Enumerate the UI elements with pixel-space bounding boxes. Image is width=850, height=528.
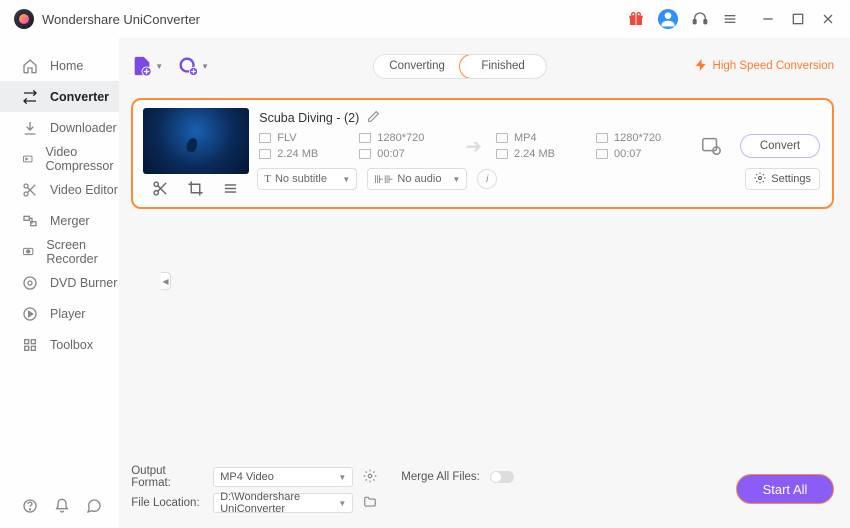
- effects-icon[interactable]: [222, 180, 239, 197]
- settings-button[interactable]: Settings: [745, 168, 820, 190]
- grid-icon: [22, 337, 38, 353]
- high-speed-toggle[interactable]: High Speed Conversion: [694, 58, 834, 75]
- format-settings-icon[interactable]: [363, 469, 377, 486]
- format-icon: [259, 133, 271, 143]
- subtitle-value: No subtitle: [275, 173, 327, 185]
- dur-icon: [596, 149, 608, 159]
- chevron-down-icon[interactable]: ▼: [201, 62, 209, 71]
- sidebar-item-label: Video Compressor: [45, 145, 119, 173]
- file-location-label: File Location:: [131, 497, 203, 509]
- merge-toggle[interactable]: [490, 471, 514, 483]
- minimize-icon[interactable]: [760, 11, 776, 27]
- res-icon: [359, 133, 371, 143]
- sidebar: Home Converter Downloader Video Compress…: [0, 38, 119, 528]
- src-res: 1280*720: [377, 132, 424, 144]
- sidebar-item-merger[interactable]: Merger: [0, 205, 119, 236]
- sidebar-item-label: Merger: [50, 214, 90, 228]
- file-card: Scuba Diving - (2) FLV 2.24 MB 1280*720 …: [131, 98, 834, 209]
- file-location-select[interactable]: D:\Wondershare UniConverter▼: [213, 493, 353, 513]
- sidebar-item-label: Home: [50, 59, 83, 73]
- headset-icon[interactable]: [692, 11, 708, 27]
- sidebar-item-dvd[interactable]: DVD Burner: [0, 267, 119, 298]
- sidebar-item-home[interactable]: Home: [0, 50, 119, 81]
- output-settings-icon[interactable]: [700, 135, 722, 157]
- tab-converting[interactable]: Converting: [374, 55, 460, 78]
- help-icon[interactable]: [22, 498, 38, 514]
- bell-icon[interactable]: [54, 498, 70, 514]
- dur-icon: [359, 149, 371, 159]
- feedback-icon[interactable]: [86, 498, 102, 514]
- menu-icon[interactable]: [722, 11, 738, 27]
- app-logo-icon: [14, 9, 34, 29]
- src-size: 2.24 MB: [277, 148, 318, 160]
- dst-res: 1280*720: [614, 132, 661, 144]
- disc-icon: [22, 275, 38, 291]
- dst-size: 2.24 MB: [514, 148, 555, 160]
- sidebar-item-editor[interactable]: Video Editor: [0, 174, 119, 205]
- chevron-down-icon[interactable]: ▼: [155, 62, 163, 71]
- scissors-icon: [22, 182, 38, 198]
- sidebar-item-player[interactable]: Player: [0, 298, 119, 329]
- maximize-icon[interactable]: [790, 11, 806, 27]
- hsc-label: High Speed Conversion: [713, 60, 834, 72]
- edit-icon[interactable]: [367, 110, 380, 126]
- sidebar-item-label: Player: [50, 307, 85, 321]
- sidebar-item-label: Downloader: [50, 121, 117, 135]
- sidebar-item-label: Screen Recorder: [46, 238, 119, 266]
- subtitle-select[interactable]: TNo subtitle▼: [257, 168, 357, 190]
- sidebar-item-label: Toolbox: [50, 338, 93, 352]
- sidebar-item-label: Converter: [50, 90, 109, 104]
- video-thumbnail[interactable]: [143, 108, 249, 174]
- sidebar-item-converter[interactable]: Converter: [0, 81, 119, 112]
- src-format: FLV: [277, 132, 296, 144]
- arrow-right-icon: ➔: [465, 134, 482, 159]
- home-icon: [22, 58, 38, 74]
- sidebar-item-toolbox[interactable]: Toolbox: [0, 329, 119, 360]
- trim-icon[interactable]: [152, 180, 169, 197]
- play-icon: [22, 306, 38, 322]
- file-name: Scuba Diving - (2): [259, 111, 359, 125]
- add-url-button[interactable]: [177, 55, 199, 77]
- res-icon: [596, 133, 608, 143]
- dst-format: MP4: [514, 132, 537, 144]
- content-area: ▼ ▼ Converting Finished High Speed Conve…: [119, 38, 850, 528]
- size-icon: [259, 149, 271, 159]
- audio-icon: ⊪⊪: [374, 173, 393, 186]
- recorder-icon: [22, 244, 34, 260]
- size-icon: [496, 149, 508, 159]
- titlebar: Wondershare UniConverter: [0, 0, 850, 38]
- start-all-button[interactable]: Start All: [736, 474, 834, 504]
- convert-button[interactable]: Convert: [740, 134, 820, 158]
- folder-icon[interactable]: [363, 495, 377, 512]
- converter-icon: [22, 89, 38, 105]
- sidebar-item-downloader[interactable]: Downloader: [0, 112, 119, 143]
- tabs: Converting Finished: [373, 54, 547, 79]
- download-icon: [22, 120, 38, 136]
- sidebar-item-compressor[interactable]: Video Compressor: [0, 143, 119, 174]
- app-title: Wondershare UniConverter: [42, 12, 200, 27]
- gift-icon[interactable]: [628, 11, 644, 27]
- add-file-button[interactable]: [131, 55, 153, 77]
- merger-icon: [22, 213, 38, 229]
- lightning-icon: [694, 58, 708, 75]
- output-format-select[interactable]: MP4 Video▼: [213, 467, 353, 487]
- gear-icon: [754, 172, 766, 187]
- info-icon[interactable]: i: [477, 169, 497, 189]
- sidebar-item-label: Video Editor: [50, 183, 118, 197]
- close-icon[interactable]: [820, 11, 836, 27]
- compressor-icon: [22, 151, 33, 167]
- sidebar-item-recorder[interactable]: Screen Recorder: [0, 236, 119, 267]
- audio-value: No audio: [397, 173, 441, 185]
- dst-dur: 00:07: [614, 148, 642, 160]
- tab-finished[interactable]: Finished: [459, 54, 547, 79]
- output-format-label: Output Format:: [131, 465, 203, 489]
- crop-icon[interactable]: [187, 180, 204, 197]
- merge-label: Merge All Files:: [401, 471, 480, 483]
- user-avatar-icon[interactable]: [658, 9, 678, 29]
- audio-select[interactable]: ⊪⊪No audio▼: [367, 168, 467, 190]
- src-dur: 00:07: [377, 148, 405, 160]
- sidebar-item-label: DVD Burner: [50, 276, 117, 290]
- format-icon: [496, 133, 508, 143]
